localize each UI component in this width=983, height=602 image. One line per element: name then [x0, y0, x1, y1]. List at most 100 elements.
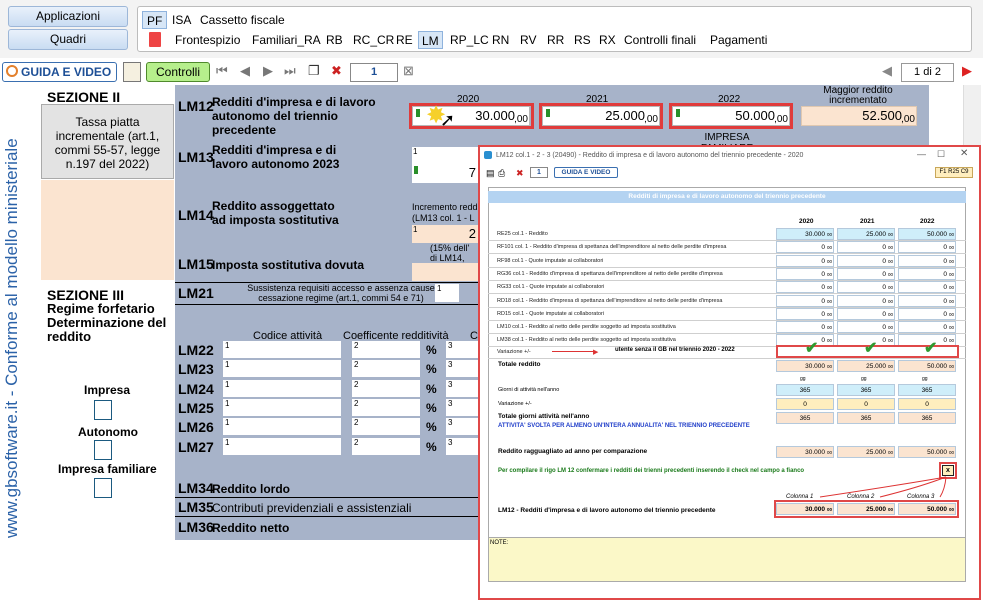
quadro-rs[interactable]: RS [571, 31, 594, 49]
delete-page-icon[interactable]: ✖ [331, 63, 342, 79]
coefficente-input[interactable]: 2 [352, 399, 420, 416]
popup-notes-area[interactable] [488, 537, 966, 582]
popup-row-value[interactable]: 30.000 00 [776, 228, 834, 240]
codice-attivita-input[interactable]: 1 [223, 438, 341, 455]
popup-var2-2021[interactable]: 0 [837, 398, 895, 410]
tab-isa[interactable]: ISA [168, 11, 195, 29]
coefficente-input[interactable]: 2 [352, 360, 420, 377]
codice-attivita-input[interactable]: 1 [223, 360, 341, 377]
quadro-controlli-finali[interactable]: Controlli finali [621, 31, 699, 49]
applicazioni-button[interactable]: Applicazioni [8, 6, 128, 27]
col3-input[interactable]: 3 [446, 360, 478, 377]
popup-row-value[interactable]: 0 00 [898, 241, 956, 253]
popup-row-value[interactable]: 0 00 [898, 321, 956, 333]
next-icon[interactable]: ▶ [263, 63, 273, 79]
first-page-icon[interactable]: ⏮ [216, 63, 228, 79]
popup-row-value[interactable]: 0 00 [837, 308, 895, 320]
quadro-re[interactable]: RE [393, 31, 416, 49]
popup-row-value[interactable]: 25.000 00 [837, 228, 895, 240]
popup-var2-2020[interactable]: 0 [776, 398, 834, 410]
quadro-familiari-ra[interactable]: Familiari_RA [249, 31, 324, 49]
percent-sign: % [426, 343, 437, 357]
popup-giorni-2021[interactable]: 365 [837, 384, 895, 396]
quadro-rn[interactable]: RN [489, 31, 512, 49]
tab-cassetto-fiscale[interactable]: Cassetto fiscale [196, 11, 289, 29]
popup-row-value[interactable]: 0 00 [898, 281, 956, 293]
quadro-lm[interactable]: LM [418, 31, 443, 49]
popup-row-value[interactable]: 0 00 [837, 281, 895, 293]
popup-row-value[interactable]: 0 00 [898, 295, 956, 307]
popup-var2-2022[interactable]: 0 [898, 398, 956, 410]
quadro-rc-cr[interactable]: RC_CR [350, 31, 397, 49]
popup-row-value[interactable]: 0 00 [837, 255, 895, 267]
new-page-icon[interactable]: ❐ [308, 63, 320, 79]
codice-attivita-input[interactable]: 1 [223, 418, 341, 435]
codice-attivita-input[interactable]: 1 [223, 341, 341, 358]
popup-row-value[interactable]: 0 00 [776, 321, 834, 333]
popup-guida-button[interactable]: GUIDA E VIDEO [554, 167, 618, 178]
page-field[interactable]: 1 [350, 63, 398, 82]
quadro-rb[interactable]: RB [323, 31, 346, 49]
popup-row-value[interactable]: 0 00 [837, 295, 895, 307]
popup-row-value[interactable]: 50.000 00 [898, 228, 956, 240]
col3-input[interactable]: 3 [446, 341, 478, 358]
popup-row-value[interactable]: 0 00 [837, 268, 895, 280]
popup-print-icon[interactable]: ⎙ [498, 168, 505, 179]
popup-save-icon[interactable]: ▤ [486, 168, 495, 179]
popup-row-value[interactable]: 0 00 [898, 255, 956, 267]
popup-giorni-2020[interactable]: 365 [776, 384, 834, 396]
col3-input[interactable]: 3 [446, 399, 478, 416]
popup-row-value[interactable]: 0 00 [776, 268, 834, 280]
tab-pf[interactable]: PF [142, 11, 168, 29]
last-page-icon[interactable]: ⏭ [284, 63, 296, 79]
quadri-button[interactable]: Quadri [8, 29, 128, 50]
coefficente-input[interactable]: 2 [352, 380, 420, 397]
page-next-icon[interactable]: ▶ [962, 63, 972, 79]
coefficente-input[interactable]: 2 [352, 341, 420, 358]
popup-row-value[interactable]: 0 00 [776, 281, 834, 293]
popup-row-value[interactable]: 0 00 [837, 241, 895, 253]
popup-row-value[interactable]: 0 00 [898, 268, 956, 280]
popup-row-value[interactable]: 0 00 [776, 295, 834, 307]
popup-delete-icon[interactable]: ✖ [516, 168, 524, 179]
quadro-frontespizio[interactable]: Frontespizio [172, 31, 243, 49]
controlli-button[interactable]: Controlli [146, 62, 210, 82]
popup-row-value[interactable]: 0 00 [776, 241, 834, 253]
lm13-input[interactable]: 7 [412, 147, 478, 183]
coefficente-input[interactable]: 2 [352, 438, 420, 455]
pdf-icon[interactable] [149, 32, 161, 47]
autonomo-checkbox[interactable] [94, 440, 112, 460]
col3-input[interactable]: 3 [446, 438, 478, 455]
prev-icon[interactable]: ◀ [240, 63, 250, 79]
highlight-col2 [539, 103, 663, 129]
close-icon[interactable]: ✕ [960, 148, 968, 159]
quadro-rp-lc[interactable]: RP_LC [447, 31, 492, 49]
lm21-input[interactable]: 1 [435, 284, 459, 302]
quadro-pagamenti[interactable]: Pagamenti [707, 31, 770, 49]
popup-totgg-2020: 365 [776, 412, 834, 424]
document-icon[interactable] [123, 62, 141, 82]
quadro-rx[interactable]: RX [596, 31, 619, 49]
left-peach-area [41, 180, 174, 280]
arrow-icon: ▶ [593, 349, 599, 356]
coefficente-input[interactable]: 2 [352, 418, 420, 435]
page-prev-icon[interactable]: ◀ [882, 63, 892, 79]
quadro-rv[interactable]: RV [517, 31, 539, 49]
col3-input[interactable]: 3 [446, 380, 478, 397]
maximize-icon[interactable]: ☐ [937, 149, 945, 160]
codice-attivita-input[interactable]: 1 [223, 399, 341, 416]
popup-row-value[interactable]: 0 00 [898, 308, 956, 320]
popup-page-field[interactable]: 1 [530, 167, 548, 178]
popup-row-value[interactable]: 0 00 [776, 255, 834, 267]
impresa-familiare-checkbox[interactable] [94, 478, 112, 498]
popup-totale-2022: 50.000 00 [898, 360, 956, 372]
popup-giorni-2022[interactable]: 365 [898, 384, 956, 396]
guida-video-button[interactable]: GUIDA E VIDEO [2, 62, 117, 82]
minimize-icon[interactable]: — [917, 149, 926, 159]
col3-input[interactable]: 3 [446, 418, 478, 435]
popup-row-value[interactable]: 0 00 [776, 308, 834, 320]
codice-attivita-input[interactable]: 1 [223, 380, 341, 397]
quadro-rr[interactable]: RR [544, 31, 567, 49]
popup-row-value[interactable]: 0 00 [837, 321, 895, 333]
impresa-checkbox[interactable] [94, 400, 112, 420]
